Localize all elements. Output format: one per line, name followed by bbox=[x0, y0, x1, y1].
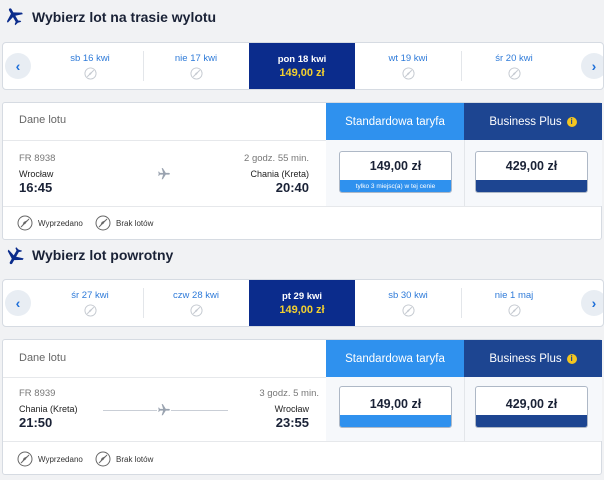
no-flight-icon bbox=[507, 303, 521, 317]
no-flight-icon bbox=[189, 303, 203, 317]
business-plus-tab[interactable]: Business Plus i bbox=[464, 103, 602, 140]
legend-sold-out: Wyprzedano bbox=[17, 451, 83, 467]
legend-no-flights: Brak lotów bbox=[95, 215, 153, 231]
header-divider bbox=[3, 140, 326, 141]
fare-price: 149,00 zł bbox=[369, 159, 422, 173]
outbound-date-strip: ‹ sb 16 kwi nie 17 kwi pon 18 kwi 149,00… bbox=[2, 42, 604, 90]
flight-number: FR 8938 bbox=[19, 153, 56, 164]
no-flights-label: Brak lotów bbox=[116, 454, 154, 464]
departure-city: Chania (Kreta) bbox=[19, 404, 78, 414]
return-flight-card: Dane lotu Standardowa taryfa Business Pl… bbox=[2, 339, 602, 475]
return-day-3[interactable]: sb 30 kwi bbox=[355, 280, 461, 326]
chevron-right-icon[interactable]: › bbox=[581, 53, 603, 79]
day-label: śr 20 kwi bbox=[495, 52, 533, 64]
fare-price: 429,00 zł bbox=[505, 397, 558, 411]
flight-duration: 2 godz. 55 min. bbox=[244, 153, 309, 164]
business-plus-tab[interactable]: Business Plus i bbox=[464, 340, 602, 377]
return-day-1[interactable]: czw 28 kwi bbox=[143, 280, 249, 326]
outbound-day-4[interactable]: śr 20 kwi bbox=[461, 43, 567, 89]
outbound-flight-card: Dane lotu Standardowa taryfa Business Pl… bbox=[2, 102, 602, 240]
info-icon[interactable]: i bbox=[566, 116, 577, 127]
no-flight-icon bbox=[401, 66, 415, 80]
no-flight-icon bbox=[507, 66, 521, 80]
return-date-strip: ‹ śr 27 kwi czw 28 kwi pt 29 kwi 149,00 … bbox=[2, 279, 604, 327]
footer-divider bbox=[3, 206, 601, 207]
day-label: śr 27 kwi bbox=[71, 289, 109, 301]
footer-divider bbox=[3, 441, 601, 442]
day-label: pon 18 kwi bbox=[277, 53, 327, 65]
outbound-title: Wybierz lot na trasie wylotu bbox=[32, 9, 217, 25]
no-flight-icon bbox=[95, 451, 111, 467]
day-label: nie 1 maj bbox=[494, 289, 534, 301]
chevron-left-icon[interactable]: ‹ bbox=[5, 53, 31, 79]
plane-icon bbox=[157, 403, 171, 417]
flight-duration: 3 godz. 5 min. bbox=[259, 388, 319, 399]
no-flights-label: Brak lotów bbox=[116, 218, 154, 228]
plane-icon bbox=[158, 168, 170, 180]
chevron-right-icon[interactable]: › bbox=[581, 290, 603, 316]
arrival-time: 20:40 bbox=[275, 180, 309, 195]
outbound-day-2-selected[interactable]: pon 18 kwi 149,00 zł bbox=[249, 43, 355, 89]
day-price: 149,00 zł bbox=[279, 66, 325, 79]
return-day-4[interactable]: nie 1 maj bbox=[461, 280, 567, 326]
day-label: sb 16 kwi bbox=[70, 52, 110, 64]
day-label: sb 30 kwi bbox=[388, 289, 428, 301]
return-title-row: Wybierz lot powrotny bbox=[0, 244, 173, 266]
standard-fare-label: Standardowa taryfa bbox=[345, 115, 445, 128]
arrival-city: Wrocław bbox=[274, 404, 309, 414]
header-divider bbox=[3, 377, 326, 378]
sold-out-icon bbox=[17, 451, 33, 467]
sold-out-icon bbox=[17, 215, 33, 231]
return-day-0[interactable]: śr 27 kwi bbox=[37, 280, 143, 326]
departure-time: 16:45 bbox=[19, 180, 53, 195]
no-flight-icon bbox=[83, 66, 97, 80]
return-title: Wybierz lot powrotny bbox=[32, 247, 174, 263]
day-label: wt 19 kwi bbox=[388, 52, 428, 64]
info-icon[interactable]: i bbox=[566, 353, 577, 364]
sold-out-label: Wyprzedano bbox=[38, 218, 83, 228]
fare-price: 429,00 zł bbox=[505, 159, 558, 173]
flight-details-label: Dane lotu bbox=[19, 114, 67, 126]
flight-number: FR 8939 bbox=[19, 388, 56, 399]
sold-out-label: Wyprzedano bbox=[38, 454, 83, 464]
no-flight-icon bbox=[95, 215, 111, 231]
day-label: czw 28 kwi bbox=[173, 289, 219, 301]
departure-city: Wrocław bbox=[19, 169, 54, 179]
chevron-left-icon[interactable]: ‹ bbox=[5, 290, 31, 316]
business-fare-button[interactable]: 429,00 zł bbox=[475, 386, 588, 428]
standard-fare-label: Standardowa taryfa bbox=[345, 352, 445, 365]
outbound-day-0[interactable]: sb 16 kwi bbox=[37, 43, 143, 89]
legend-no-flights: Brak lotów bbox=[95, 451, 153, 467]
standard-fare-button[interactable]: 149,00 zł tylko 3 miejsc(a) w tej cenie bbox=[339, 151, 452, 193]
business-plus-label: Business Plus bbox=[489, 352, 562, 365]
fare-bar bbox=[476, 415, 587, 427]
no-flight-icon bbox=[401, 303, 415, 317]
fare-seats-note: tylko 3 miejsc(a) w tej cenie bbox=[340, 180, 451, 192]
return-day-2-selected[interactable]: pt 29 kwi 149,00 zł bbox=[249, 280, 355, 326]
day-label: pt 29 kwi bbox=[281, 290, 323, 302]
standard-fare-button[interactable]: 149,00 zł bbox=[339, 386, 452, 428]
flight-details-label: Dane lotu bbox=[19, 352, 67, 364]
outbound-title-row: Wybierz lot na trasie wylotu bbox=[0, 6, 216, 28]
plane-icon bbox=[6, 8, 23, 26]
fare-bar bbox=[340, 415, 451, 427]
fare-bar bbox=[476, 180, 587, 192]
departure-time: 21:50 bbox=[19, 415, 53, 430]
business-fare-button[interactable]: 429,00 zł bbox=[475, 151, 588, 193]
no-flight-icon bbox=[189, 66, 203, 80]
day-price: 149,00 zł bbox=[279, 303, 325, 316]
outbound-day-3[interactable]: wt 19 kwi bbox=[355, 43, 461, 89]
fare-price: 149,00 zł bbox=[369, 397, 422, 411]
standard-fare-tab[interactable]: Standardowa taryfa bbox=[326, 103, 464, 140]
arrival-city: Chania (Kreta) bbox=[250, 169, 309, 179]
outbound-day-1[interactable]: nie 17 kwi bbox=[143, 43, 249, 89]
legend-sold-out: Wyprzedano bbox=[17, 215, 83, 231]
day-label: nie 17 kwi bbox=[174, 52, 218, 64]
arrival-time: 23:55 bbox=[275, 415, 309, 430]
standard-fare-tab[interactable]: Standardowa taryfa bbox=[326, 340, 464, 377]
no-flight-icon bbox=[83, 303, 97, 317]
plane-icon bbox=[7, 247, 24, 265]
business-plus-label: Business Plus bbox=[489, 115, 562, 128]
